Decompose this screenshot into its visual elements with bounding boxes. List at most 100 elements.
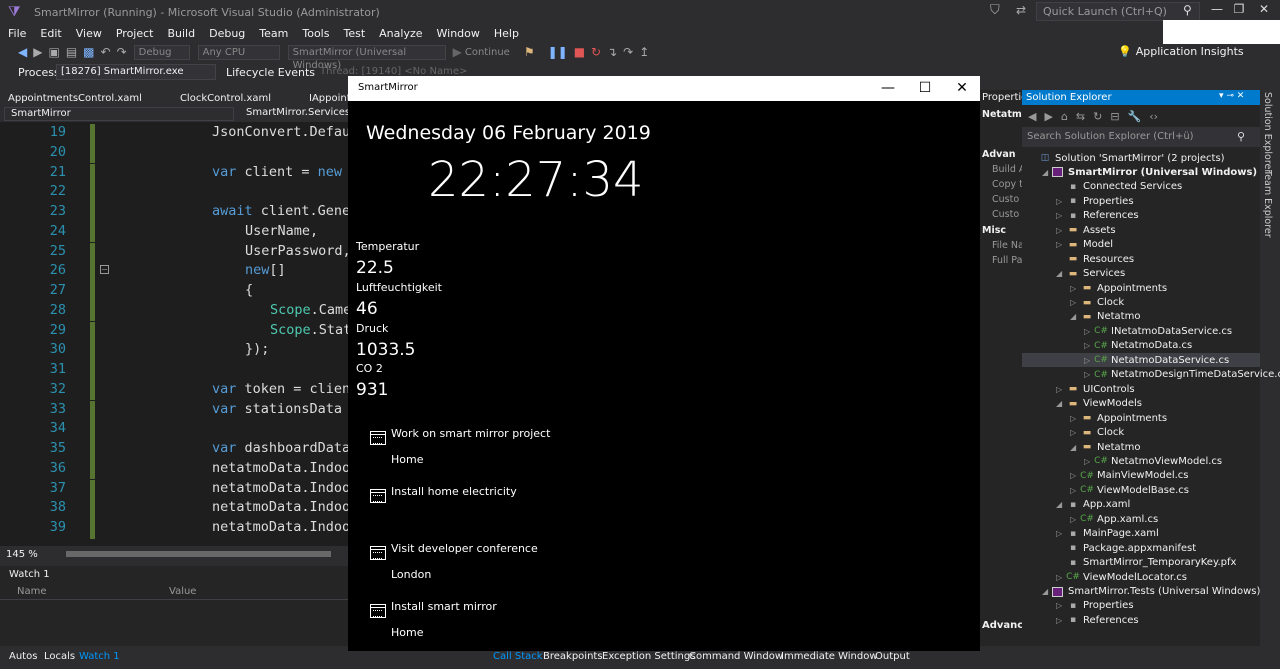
minimize-icon[interactable]: — <box>880 80 896 96</box>
stop-icon[interactable]: ■ <box>574 45 585 59</box>
maximize-icon[interactable]: ☐ <box>917 80 933 96</box>
collapsed-arrow-icon[interactable]: ▷ <box>1056 601 1066 610</box>
tree-item[interactable]: ◫ Solution 'SmartMirror' (2 projects) <box>1028 151 1225 165</box>
code-line[interactable]: 19 JsonConvert.Defau <box>0 124 350 144</box>
collapsed-arrow-icon[interactable]: ▷ <box>1056 529 1066 538</box>
collapsed-arrow-icon[interactable]: ▷ <box>1084 327 1094 336</box>
tab-clock-control[interactable]: ClockControl.xaml <box>180 93 271 104</box>
forward-icon[interactable]: ▶ <box>1044 110 1052 123</box>
minimize-icon[interactable]: — <box>1207 2 1227 20</box>
collapsed-arrow-icon[interactable]: ▷ <box>1056 226 1066 235</box>
tree-item[interactable]: ▷ ▬ Assets <box>1056 223 1116 237</box>
platform-dropdown[interactable]: Any CPU <box>197 44 280 60</box>
menu-test[interactable]: Test <box>343 27 365 40</box>
tree-item[interactable]: ▷ C# App.xaml.cs <box>1070 512 1158 526</box>
collapsed-arrow-icon[interactable]: ▷ <box>1084 370 1094 379</box>
code-line[interactable]: 30}); <box>0 341 350 361</box>
code-line[interactable]: 28 Scope.Came <box>0 301 350 322</box>
property-file-name[interactable]: File Na <box>992 240 1024 251</box>
tree-item[interactable]: ▷ ▬ Clock <box>1070 426 1124 440</box>
menu-view[interactable]: View <box>76 27 102 40</box>
open-icon[interactable]: ▤ <box>66 45 77 59</box>
hot-reload-icon[interactable]: ⚑ <box>524 45 535 59</box>
collapsed-arrow-icon[interactable]: ▷ <box>1056 240 1066 249</box>
collapsed-arrow-icon[interactable]: ▷ <box>1084 356 1094 365</box>
collapsed-arrow-icon[interactable]: ▷ <box>1084 457 1094 466</box>
new-project-icon[interactable]: ▣ <box>48 45 59 59</box>
collapsed-arrow-icon[interactable]: ▷ <box>1070 486 1080 495</box>
pause-icon[interactable]: ❚❚ <box>548 45 568 59</box>
search-icon[interactable]: ⚲ <box>1237 130 1245 143</box>
tree-item[interactable]: ▷ C# MainViewModel.cs <box>1070 469 1189 483</box>
tab-output[interactable]: Output <box>875 651 910 662</box>
code-line[interactable]: 34 <box>0 420 350 440</box>
collapsed-arrow-icon[interactable]: ▷ <box>1056 211 1066 220</box>
collapsed-arrow-icon[interactable]: ▷ <box>1070 298 1080 307</box>
collapsed-arrow-icon[interactable]: ▷ <box>1056 197 1066 206</box>
feedback-icon[interactable]: ⇄ <box>1016 3 1026 17</box>
tree-item[interactable]: ▷ ▪ Properties <box>1056 194 1134 208</box>
code-line[interactable]: 20 <box>0 143 350 164</box>
application-insights-button[interactable]: 💡 Application Insights <box>1118 45 1244 58</box>
code-line[interactable]: 27 { <box>0 282 350 302</box>
code-line[interactable]: 31 <box>0 361 350 381</box>
code-line[interactable]: 25 UserPassword, <box>0 242 350 263</box>
filter-icon[interactable]: ⛉ <box>990 3 1000 18</box>
process-dropdown[interactable]: [18276] SmartMirror.exe <box>56 64 216 80</box>
tree-item[interactable]: ▷ C# ViewModelLocator.cs <box>1056 570 1187 584</box>
tree-item[interactable]: ▷ ▪ References <box>1056 209 1139 223</box>
code-line[interactable]: 29 Scope.Stat <box>0 321 350 342</box>
step-out-icon[interactable]: ↥ <box>639 45 649 59</box>
tree-item[interactable]: ▷ ▬ Appointments <box>1070 411 1167 425</box>
tree-item[interactable]: ▷ ▬ UIControls <box>1056 382 1135 396</box>
code-line[interactable]: 35 var dashboardData <box>0 440 350 460</box>
menu-edit[interactable]: Edit <box>40 27 61 40</box>
menu-tools[interactable]: Tools <box>302 27 329 40</box>
expanded-arrow-icon[interactable]: ◢ <box>1070 443 1080 452</box>
expanded-arrow-icon[interactable]: ◢ <box>1056 500 1066 509</box>
zoom-dropdown[interactable]: 145 % <box>6 549 38 560</box>
tree-item[interactable]: ▷ ▪ MainPage.xaml <box>1056 527 1159 541</box>
property-full-path[interactable]: Full Pa <box>992 255 1022 266</box>
tree-item[interactable]: ▷ C# NetatmoDesignTimeDataService.cs <box>1084 368 1280 382</box>
tree-item[interactable]: ◢ ▬ Netatmo <box>1070 440 1140 454</box>
back-icon[interactable]: ◀ <box>1028 110 1036 123</box>
solution-explorer-search-input[interactable]: Search Solution Explorer (Ctrl+ü) <box>1022 127 1260 147</box>
tab-locals[interactable]: Locals <box>44 651 75 662</box>
tree-item[interactable]: ▷ ▬ Model <box>1056 238 1113 252</box>
collapsed-arrow-icon[interactable]: ▷ <box>1070 471 1080 480</box>
rail-solution-explorer[interactable]: Solution Explorer <box>1262 92 1273 173</box>
code-line[interactable]: 37 netatmoData.Indoo <box>0 479 350 500</box>
tab-breakpoints[interactable]: Breakpoints <box>543 651 603 662</box>
tree-item[interactable]: ▷ C# ViewModelBase.cs <box>1070 483 1189 497</box>
configuration-dropdown[interactable]: Debug <box>133 44 190 60</box>
pin-icon[interactable]: ▾ ⊸ ✕ <box>1219 91 1244 101</box>
tab-immediate-window[interactable]: Immediate Window <box>781 651 878 662</box>
property-custom-tool[interactable]: Custo <box>992 194 1019 205</box>
properties-tab[interactable]: Propertie <box>982 92 1027 103</box>
view-code-icon[interactable]: ‹› <box>1149 110 1158 123</box>
step-over-icon[interactable]: ↷ <box>623 45 633 59</box>
tree-item[interactable]: ▬ Resources <box>1056 252 1134 266</box>
tree-item[interactable]: ◢ SmartMirror (Universal Windows) <box>1042 165 1257 179</box>
tree-item[interactable]: ▷ ▬ Clock <box>1070 296 1124 310</box>
code-line[interactable]: 24 UserName, <box>0 222 350 243</box>
account-area[interactable] <box>1163 20 1280 44</box>
tree-item[interactable]: ▷ C# INetatmoDataService.cs <box>1084 324 1232 338</box>
property-build-action[interactable]: Build A <box>992 164 1025 175</box>
tree-item[interactable]: ▷ C# NetatmoData.cs <box>1084 339 1192 353</box>
tab-command-window[interactable]: Command Window <box>689 651 783 662</box>
expanded-arrow-icon[interactable]: ◢ <box>1070 312 1080 321</box>
tab-appointments-control[interactable]: AppointmentsControl.xaml <box>8 93 142 104</box>
tree-item[interactable]: ▷ ▪ Properties <box>1056 599 1134 613</box>
expanded-arrow-icon[interactable]: ◢ <box>1056 269 1066 278</box>
collapsed-arrow-icon[interactable]: ▷ <box>1056 616 1066 625</box>
restore-icon[interactable]: ❐ <box>1229 2 1249 20</box>
properties-section-advanced[interactable]: Advan <box>982 149 1016 160</box>
code-line[interactable]: 26 new[] <box>0 262 350 282</box>
tree-item[interactable]: ▪ SmartMirror_TemporaryKey.pfx <box>1056 556 1236 570</box>
menu-build[interactable]: Build <box>167 27 195 40</box>
property-custom-namespace[interactable]: Custo <box>992 209 1019 220</box>
menu-team[interactable]: Team <box>259 27 288 40</box>
back-icon[interactable]: ◀ <box>18 45 27 59</box>
